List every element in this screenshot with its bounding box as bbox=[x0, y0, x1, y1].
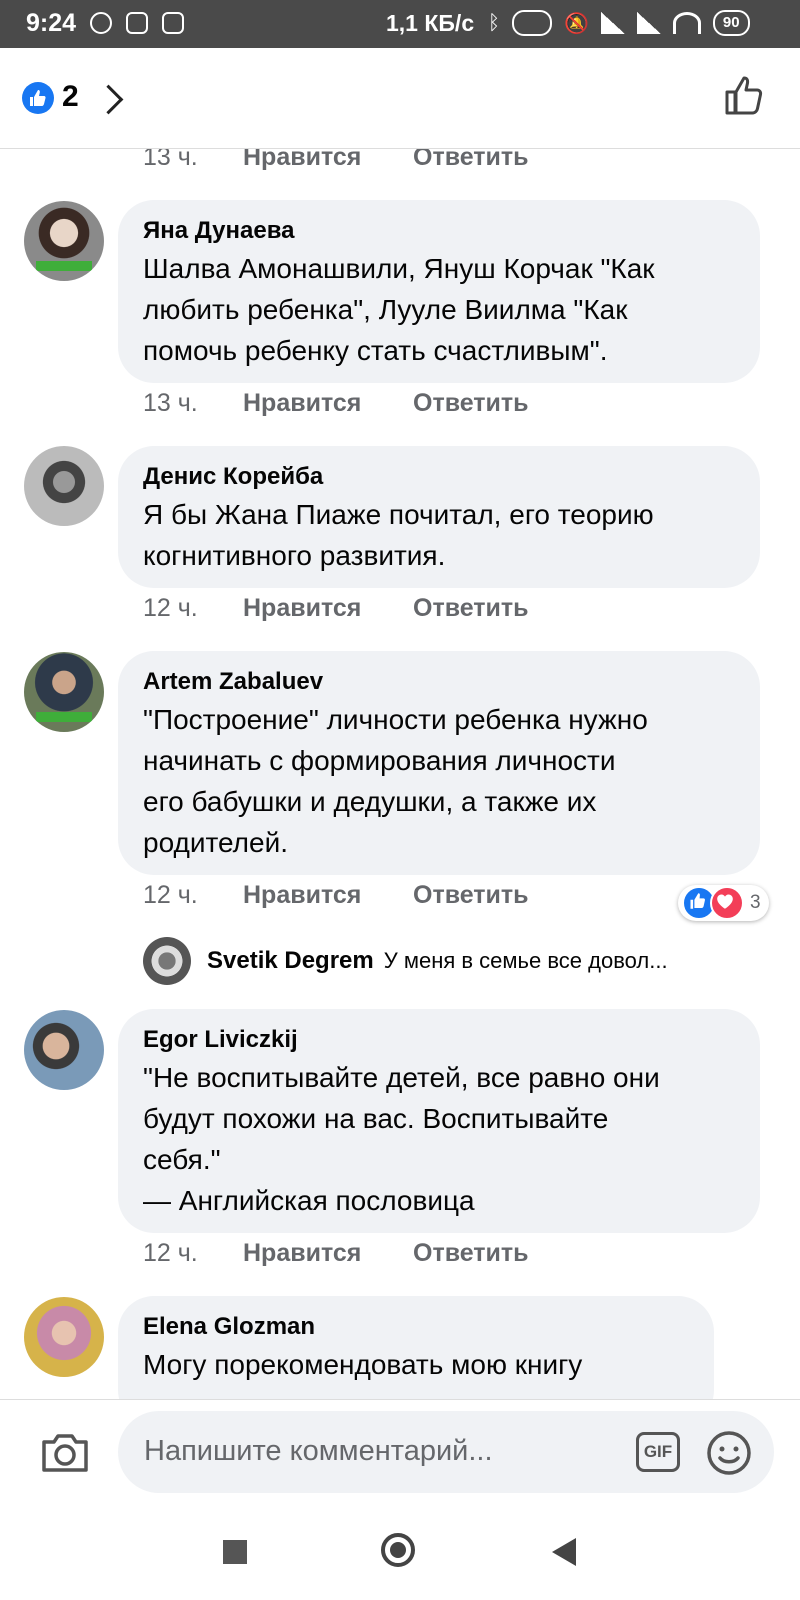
home-button[interactable] bbox=[381, 1533, 415, 1567]
notification-icons bbox=[90, 12, 184, 34]
comment-text: "Построение" личности ребенка нужно начи… bbox=[143, 704, 648, 858]
avatar[interactable] bbox=[24, 446, 104, 526]
reply-link[interactable]: Ответить bbox=[413, 149, 529, 172]
signal-icon bbox=[600, 12, 625, 34]
comment-time: 12 ч. bbox=[143, 881, 198, 909]
reply-link[interactable]: Ответить bbox=[413, 881, 529, 910]
wifi-icon bbox=[672, 12, 701, 34]
comments-list[interactable]: 13 ч. Нравится Ответить Яна Дунаева Шалв… bbox=[0, 149, 800, 1399]
bluetooth-icon: ᛒ bbox=[488, 11, 500, 34]
avatar[interactable] bbox=[143, 937, 191, 985]
sticker-icon[interactable] bbox=[706, 1430, 752, 1481]
like-reaction-icon[interactable] bbox=[22, 82, 54, 114]
comment-bubble[interactable]: Egor Liviczkij "Не воспитывайте детей, в… bbox=[118, 1009, 760, 1233]
avatar[interactable] bbox=[24, 652, 104, 732]
signal-icon-2 bbox=[636, 12, 661, 34]
comment-meta: 12 ч. Нравится Ответить bbox=[143, 594, 529, 623]
like-link[interactable]: Нравится bbox=[243, 149, 413, 172]
comment-bubble[interactable]: Яна Дунаева Шалва Амонашвили, Януш Корча… bbox=[118, 200, 760, 383]
reply-link[interactable]: Ответить bbox=[413, 389, 529, 418]
comment-author[interactable]: Elena Glozman bbox=[143, 1312, 688, 1342]
comment-author[interactable]: Artem Zabaluev bbox=[143, 667, 734, 697]
reply-link[interactable]: Ответить bbox=[413, 594, 529, 623]
comment-time: 12 ч. bbox=[143, 594, 198, 622]
like-link[interactable]: Нравится bbox=[243, 1239, 413, 1268]
comment-meta: 12 ч. Нравится Ответить bbox=[143, 1239, 529, 1268]
avatar[interactable] bbox=[24, 1297, 104, 1377]
comment-bubble[interactable]: Elena Glozman Могу порекомендовать мою к… bbox=[118, 1296, 714, 1399]
comment-time: 13 ч. bbox=[143, 389, 198, 417]
chevron-right-icon[interactable] bbox=[93, 82, 126, 115]
comment-input-placeholder[interactable]: Напишите комментарий... bbox=[144, 1435, 493, 1468]
comment-bubble[interactable]: Artem Zabaluev "Построение" личности реб… bbox=[118, 651, 760, 875]
gif-icon[interactable]: GIF bbox=[636, 1432, 680, 1472]
reply-author[interactable]: Svetik Degrem bbox=[207, 947, 374, 975]
messenger-icon bbox=[90, 12, 112, 34]
toggle-icon bbox=[512, 10, 552, 36]
comment-text: Я бы Жана Пиаже почитал, его теорию когн… bbox=[143, 499, 654, 571]
reply-text: У меня в семье все довол... bbox=[383, 948, 668, 973]
like-link[interactable]: Нравится bbox=[243, 594, 413, 623]
recent-apps-button[interactable] bbox=[223, 1540, 247, 1564]
comment-author[interactable]: Egor Liviczkij bbox=[143, 1025, 734, 1055]
status-bar: 9:24 1,1 КБ/с ᛒ 🔕 90 bbox=[0, 0, 800, 48]
mail-icon bbox=[126, 12, 148, 34]
reaction-count: 3 bbox=[750, 892, 761, 913]
like-link[interactable]: Нравится bbox=[243, 389, 413, 418]
comment-meta: 12 ч. Нравится Ответить bbox=[143, 881, 529, 910]
camera-icon[interactable] bbox=[40, 1432, 90, 1479]
avatar[interactable] bbox=[24, 1010, 104, 1090]
battery-icon: 90 bbox=[712, 10, 750, 36]
comment-meta: 13 ч. Нравится Ответить bbox=[143, 389, 529, 418]
comment-text: Могу порекомендовать мою книгу bbox=[143, 1349, 583, 1380]
avatar[interactable] bbox=[24, 201, 104, 281]
love-reaction-icon bbox=[710, 886, 744, 920]
comment-author[interactable]: Яна Дунаева bbox=[143, 216, 734, 246]
like-link[interactable]: Нравится bbox=[243, 881, 413, 910]
mute-icon: 🔕 bbox=[564, 12, 589, 35]
comment-text: "Не воспитывайте детей, все равно они бу… bbox=[143, 1062, 660, 1216]
reply-link[interactable]: Ответить bbox=[413, 1239, 529, 1268]
system-icons: ᛒ 🔕 90 bbox=[488, 10, 750, 36]
comment-time: 12 ч. bbox=[143, 1239, 198, 1267]
reply-preview[interactable]: Svetik Degrem У меня в семье все довол..… bbox=[143, 936, 668, 986]
back-button[interactable] bbox=[552, 1538, 576, 1566]
status-time: 9:24 bbox=[26, 9, 77, 37]
like-count[interactable]: 2 bbox=[62, 80, 79, 114]
comment-bubble[interactable]: Денис Корейба Я бы Жана Пиаже почитал, е… bbox=[118, 446, 760, 588]
network-speed: 1,1 КБ/с bbox=[386, 10, 475, 36]
instagram-icon bbox=[162, 12, 184, 34]
like-button-icon[interactable] bbox=[724, 74, 764, 121]
comment-text: Шалва Амонашвили, Януш Корчак "Как любит… bbox=[143, 253, 655, 366]
comment-time: 13 ч. bbox=[143, 149, 198, 171]
comment-author[interactable]: Денис Корейба bbox=[143, 462, 734, 492]
comment-meta: 13 ч. Нравится Ответить bbox=[143, 149, 529, 172]
reaction-summary[interactable]: 3 bbox=[678, 885, 769, 921]
